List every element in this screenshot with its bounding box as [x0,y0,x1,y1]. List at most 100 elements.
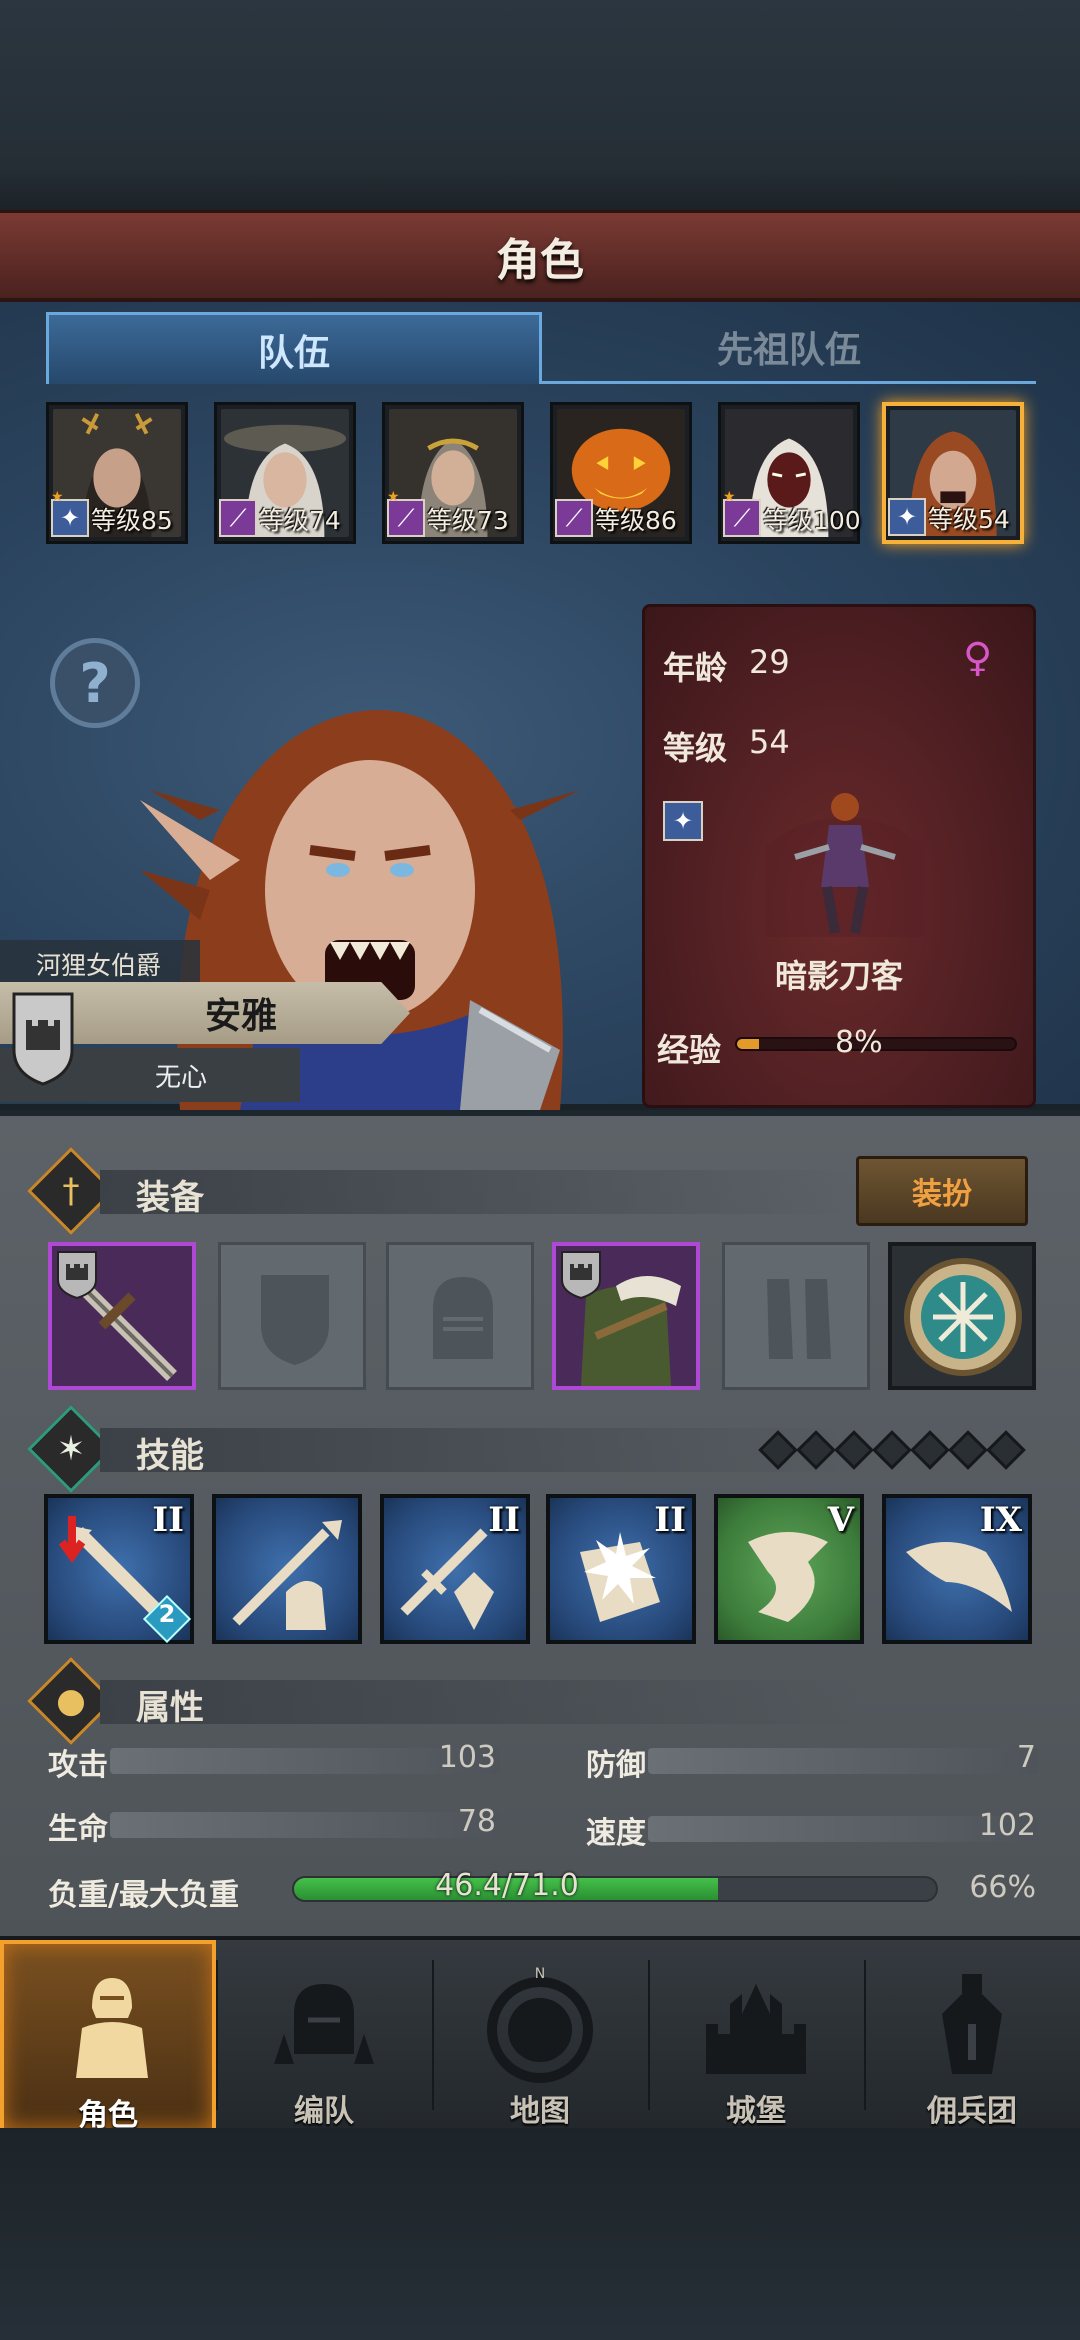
skill-slot-4[interactable]: II [546,1494,696,1644]
page-title: 角色 [496,234,584,286]
skill-rank: II [152,1500,184,1540]
skill-slot-3[interactable]: II [380,1494,530,1644]
tab-ancestor-team[interactable]: 先祖队伍 [542,312,1036,384]
skill-rank: II [488,1500,520,1540]
helmet-slot[interactable] [386,1242,534,1390]
equipment-title: 装备 [136,1178,204,1218]
hp-value: 78 [457,1804,496,1839]
compass-map-icon: N [487,1966,593,2083]
nav-formation[interactable]: 编队 [216,1940,432,2132]
castle-shield-icon [12,992,74,1086]
tab-ancestor-label: 先祖队伍 [716,329,861,371]
top-background [0,0,1080,210]
nav-formation-label: 编队 [294,2094,354,2129]
staff-class-icon: ⟋ [219,499,257,537]
exp-label: 经验 [657,1031,722,1069]
armor-slot[interactable] [552,1242,700,1390]
title-banner: 角色 [0,210,1080,302]
sword-icon [57,1251,177,1381]
skill-rank: IX [979,1500,1022,1540]
skill-slot-1[interactable]: II 2 [44,1494,194,1644]
roster-character-6[interactable]: ✦ 等级54 [882,402,1024,544]
skill-rank: V [827,1500,854,1540]
female-icon: ♀ [963,635,993,681]
hero-name: 安雅 [205,996,278,1037]
bottom-background [0,2128,1080,2340]
roster-level: 等级86 [595,506,677,535]
nav-character[interactable]: 角色 [0,1940,216,2133]
banner-fist-icon [942,1974,1002,2074]
helmet-group-icon [274,1984,374,2064]
nav-castle[interactable]: 城堡 [648,1940,864,2132]
spear-thrust-skill-icon [232,1520,342,1630]
skill-slot-6[interactable]: IX [882,1494,1032,1644]
attack-label: 攻击 [48,1748,108,1783]
nav-map[interactable]: N 地图 [432,1940,648,2132]
load-label: 负重/最大负重 [48,1878,239,1913]
roster-level: 等级85 [91,506,173,535]
star-icon: ★ [387,489,400,505]
roster-character-2[interactable]: ⟋ 等级74 [214,402,356,544]
exp-percent: 8% [835,1025,883,1060]
exp-fill [737,1039,760,1049]
roster-character-3[interactable]: ⟋ ★ 等级73 [382,402,524,544]
hero-trait: 无心 [155,1062,208,1093]
boots-slot[interactable] [722,1242,870,1390]
person-icon: ● [56,1681,86,1721]
roster-character-4[interactable]: ⟋ 等级86 [550,402,692,544]
level-label: 等级 [663,729,728,767]
skill-charge-count: 2 [158,1600,176,1628]
attributes-header: ● 属性 [27,1657,1040,1745]
age-value: 29 [749,643,790,681]
nav-mercenary[interactable]: 佣兵团 [864,1940,1080,2132]
help-button[interactable]: ? [50,638,140,728]
tab-team[interactable]: 队伍 [46,312,542,384]
roster-character-5[interactable]: ⟋ ★ 等级100 [718,402,861,544]
hp-label: 生命 [48,1812,108,1847]
star-icon: ★ [723,489,736,505]
helmet-icon [433,1277,493,1359]
armor-icon [561,1251,681,1386]
weapon-slot[interactable] [48,1242,196,1390]
boots-icon [767,1279,831,1359]
roster-level: 等级74 [259,506,341,535]
defense-value: 7 [1016,1740,1036,1775]
speed-value: 102 [978,1808,1036,1843]
hero-title: 河狸女伯爵 [0,940,200,982]
staff-class-icon: ⟋ [555,499,593,537]
dress-up-button[interactable]: 装扮 [856,1156,1028,1226]
roster-character-1[interactable]: ✦ ★ 等级85 [46,402,188,544]
tab-team-label: 队伍 [257,332,330,374]
skill-rank: II [654,1500,686,1540]
section-bar [100,1428,860,1472]
dress-up-label: 装扮 [912,1177,972,1212]
bottom-nav: 角色 编队 N 地图 城堡 佣兵团 [0,1936,1080,2133]
tab-bar: 队伍 先祖队伍 [46,312,1036,384]
attack-value: 103 [438,1740,496,1775]
star-burst-icon: ✶ [56,1429,86,1469]
sword-class-icon: ✦ [663,801,703,841]
skill-slot-2[interactable] [212,1494,362,1644]
speed-label: 速度 [586,1816,646,1851]
svg-text:N: N [535,1966,545,1982]
class-name: 暗影刀客 [774,957,903,995]
level-value: 54 [749,723,790,761]
skill-slot-5[interactable]: V [714,1494,864,1644]
roster-level: 等级54 [928,505,1010,534]
dagger-icon: † [62,1171,80,1211]
shield-slot[interactable] [218,1242,366,1390]
nav-castle-label: 城堡 [726,2094,786,2129]
age-label: 年龄 [663,649,728,687]
load-percent: 66% [969,1870,1036,1905]
section-bar [100,1170,860,1214]
castle-icon [706,1984,806,2074]
knight-icon [76,1978,148,2078]
amulet-slot[interactable] [888,1242,1036,1390]
roster-level: 等级73 [427,506,509,535]
question-icon: ? [79,651,111,715]
load-value: 46.4/71.0 [435,1868,579,1903]
hero-title-text: 河狸女伯爵 [36,951,162,980]
skills-title: 技能 [136,1436,204,1476]
section-bar [100,1680,860,1724]
shield-icon [261,1275,329,1365]
